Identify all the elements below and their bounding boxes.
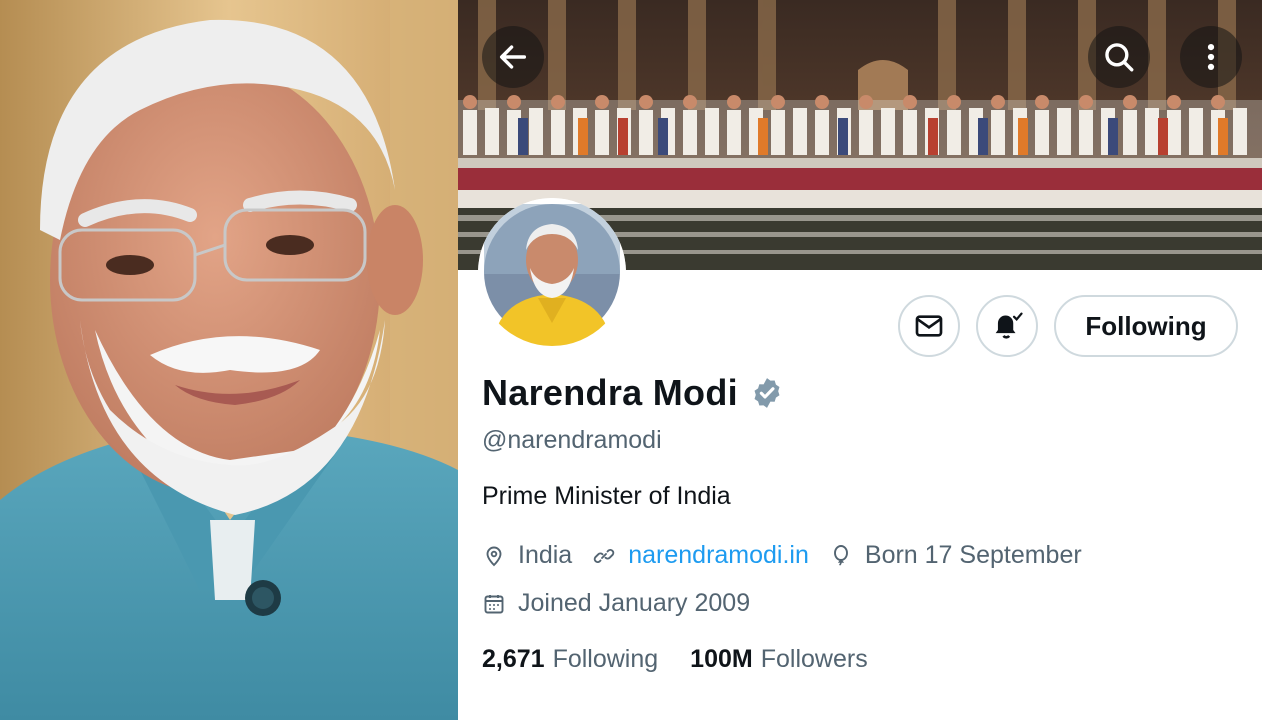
location-item: India <box>482 541 572 570</box>
link-icon <box>594 548 615 563</box>
profile-page: Following Narendra Modi @narendramodi Pr… <box>458 0 1280 720</box>
portrait-illustration <box>0 0 458 720</box>
website-item[interactable]: narendramodi.in <box>592 541 809 570</box>
profile-handle: @narendramodi <box>482 426 662 454</box>
portrait-photo <box>0 0 458 720</box>
search-icon <box>1105 43 1134 72</box>
followers-label: Followers <box>760 645 868 673</box>
more-vertical-icon <box>1207 43 1215 71</box>
notifications-button[interactable] <box>976 295 1038 357</box>
profile-avatar[interactable] <box>478 198 626 346</box>
avatar-illustration <box>478 198 626 346</box>
joined-text: Joined January 2009 <box>518 589 751 617</box>
calendar-icon <box>484 594 504 613</box>
bell-check-icon <box>995 312 1023 339</box>
joined-item: Joined January 2009 <box>482 589 750 618</box>
display-name: Narendra Modi <box>482 372 738 413</box>
back-button[interactable] <box>482 26 544 88</box>
message-button[interactable] <box>898 295 960 357</box>
location-pin-icon <box>486 546 502 566</box>
balloon-icon <box>833 544 848 566</box>
profile-bio: Prime Minister of India <box>482 482 731 510</box>
birthday-item: Born 17 September <box>829 541 1082 570</box>
location-text: India <box>518 541 573 569</box>
search-button[interactable] <box>1088 26 1150 88</box>
following-count: 2,671 <box>482 645 545 673</box>
follow-stats: 2,671 Following 100M Followers <box>482 645 900 674</box>
profile-meta-row: India narendramodi.in Born 17 September <box>482 541 1102 570</box>
birthday-text: Born 17 September <box>864 541 1082 569</box>
website-link[interactable]: narendramodi.in <box>628 541 809 570</box>
joined-row: Joined January 2009 <box>482 589 770 618</box>
following-button[interactable]: Following <box>1054 295 1238 357</box>
followers-stat[interactable]: 100M Followers <box>690 645 868 674</box>
followers-count: 100M <box>690 645 753 673</box>
more-options-button[interactable] <box>1180 26 1242 88</box>
arrow-left-icon <box>499 45 527 69</box>
name-row: Narendra Modi <box>482 372 784 414</box>
following-stat[interactable]: 2,671 Following <box>482 645 658 674</box>
verified-badge-icon[interactable] <box>750 376 784 410</box>
mail-icon <box>915 315 943 337</box>
following-label: Following <box>552 645 659 673</box>
